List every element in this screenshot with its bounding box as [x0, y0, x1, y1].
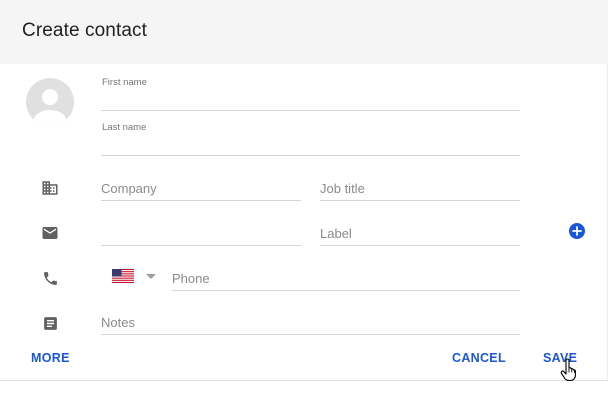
add-circle-icon[interactable] — [569, 223, 585, 239]
more-button[interactable]: MORE — [31, 351, 70, 365]
avatar-placeholder[interactable] — [26, 78, 74, 126]
dialog-title: Create contact — [22, 20, 147, 41]
phone-field[interactable] — [172, 265, 520, 291]
company-input[interactable] — [101, 181, 301, 196]
job-title-field[interactable] — [320, 175, 520, 201]
last-name-input[interactable] — [101, 136, 520, 151]
mail-icon — [40, 223, 60, 243]
notes-input[interactable] — [101, 315, 520, 330]
dialog-bottom-divider — [0, 380, 608, 381]
country-code-select[interactable] — [112, 268, 160, 284]
last-name-label: Last name — [102, 122, 147, 133]
email-input[interactable] — [101, 226, 301, 241]
person-silhouette-icon — [33, 89, 67, 126]
email-label-field[interactable] — [320, 220, 520, 246]
us-flag-icon — [112, 269, 134, 283]
job-title-input[interactable] — [320, 181, 520, 196]
chevron-down-icon — [146, 273, 156, 279]
phone-icon — [40, 268, 60, 288]
email-field[interactable] — [101, 220, 301, 246]
building-icon — [40, 178, 60, 198]
hand-pointer-cursor-icon — [560, 358, 578, 382]
first-name-input[interactable] — [101, 91, 520, 106]
email-label-input[interactable] — [320, 226, 520, 241]
dialog-header: Create contact — [0, 0, 608, 64]
notes-field[interactable] — [101, 310, 520, 335]
last-name-field[interactable] — [101, 133, 520, 156]
notes-icon — [40, 313, 60, 333]
phone-input[interactable] — [172, 271, 520, 286]
first-name-field[interactable] — [101, 88, 520, 111]
first-name-label: First name — [102, 77, 147, 88]
cancel-button[interactable]: CANCEL — [452, 351, 506, 365]
company-field[interactable] — [101, 175, 301, 201]
